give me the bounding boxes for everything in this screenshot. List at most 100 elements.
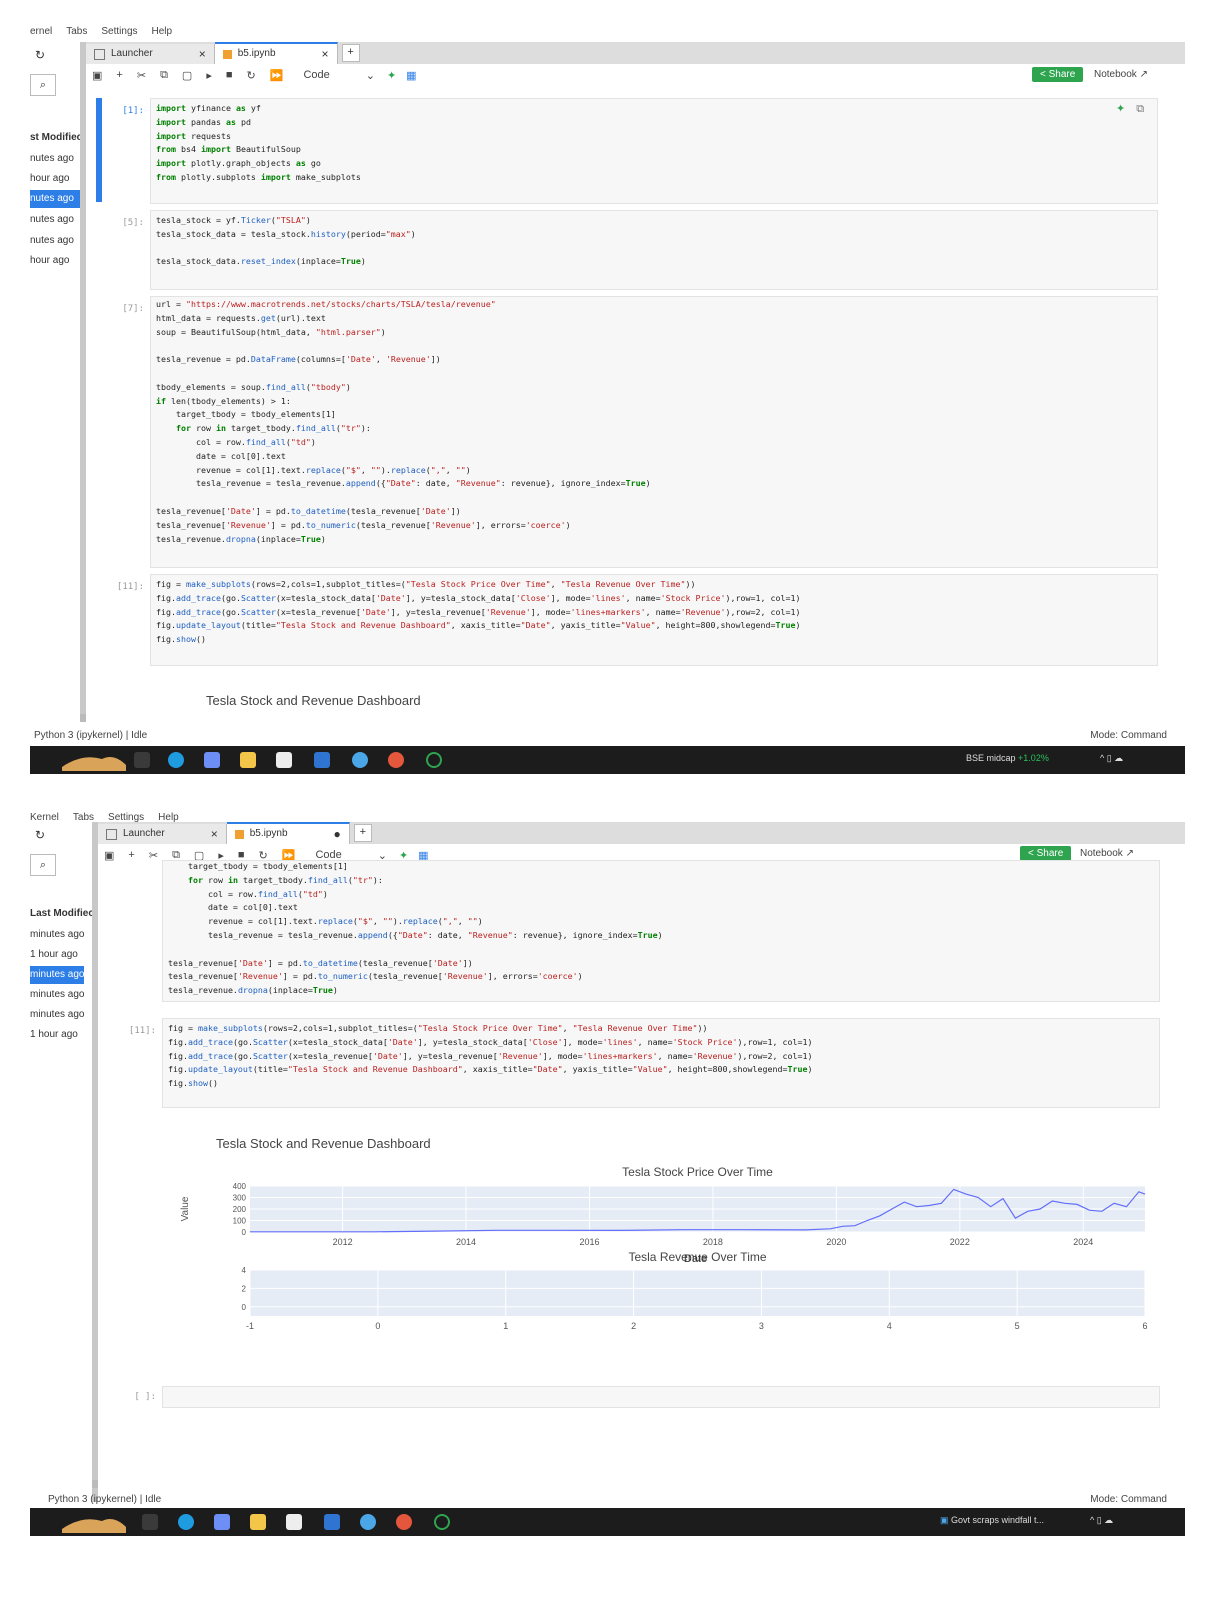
- ai-sparkle-icon[interactable]: ✦: [387, 69, 396, 82]
- share-button[interactable]: < Share: [1032, 67, 1084, 82]
- menu-settings[interactable]: Settings: [108, 812, 144, 823]
- notebook-kernel-label[interactable]: Notebook ↗: [1094, 69, 1148, 80]
- code-cell-source[interactable]: import yfinance as yf import pandas as p…: [156, 102, 361, 185]
- refresh-icon[interactable]: ↻: [30, 828, 50, 842]
- file-row[interactable]: nutes ago: [30, 211, 84, 229]
- cut-icon[interactable]: ✂: [137, 69, 146, 82]
- table-icon[interactable]: ▦: [406, 69, 416, 82]
- last-modified-header[interactable]: Last Modifiec: [30, 908, 94, 919]
- chrome-icon[interactable]: [396, 1514, 412, 1530]
- close-icon[interactable]: ×: [322, 44, 329, 64]
- edge-icon[interactable]: [168, 752, 184, 768]
- stock-widget[interactable]: BSE midcap +1.02%: [966, 753, 1049, 763]
- cell-prompt: [7]:: [122, 304, 144, 314]
- app-icon[interactable]: [426, 752, 442, 768]
- menu-kernel[interactable]: ernel: [30, 26, 52, 37]
- mode-status[interactable]: Mode: Command: [1090, 1494, 1167, 1505]
- tray-icons[interactable]: ^ ▯ ☁: [1090, 1515, 1113, 1526]
- edge-icon[interactable]: [178, 1514, 194, 1530]
- copy-icon[interactable]: ⧉: [160, 69, 168, 82]
- chevron-down-icon[interactable]: ⌄: [366, 69, 375, 82]
- app-icon[interactable]: [434, 1514, 450, 1530]
- outlook-icon[interactable]: [314, 752, 330, 768]
- menu-tabs[interactable]: Tabs: [66, 26, 87, 37]
- file-row[interactable]: nutes ago: [30, 150, 84, 168]
- code-cell-source[interactable]: tesla_stock = yf.Ticker("TSLA") tesla_st…: [156, 214, 416, 269]
- file-row[interactable]: minutes ago: [30, 986, 84, 1004]
- empty-code-cell[interactable]: [162, 1386, 1160, 1408]
- store-icon[interactable]: [276, 752, 292, 768]
- ai-sparkle-icon[interactable]: ✦: [1116, 103, 1125, 115]
- file-explorer-icon[interactable]: [240, 752, 256, 768]
- close-icon[interactable]: ×: [211, 824, 218, 844]
- code-cell-source[interactable]: fig = make_subplots(rows=2,cols=1,subplo…: [168, 1022, 812, 1091]
- code-cell-source[interactable]: fig = make_subplots(rows=2,cols=1,subplo…: [156, 578, 800, 647]
- file-explorer-icon[interactable]: [250, 1514, 266, 1530]
- paste-icon[interactable]: ▢: [182, 69, 192, 82]
- task-view-icon[interactable]: [142, 1514, 158, 1530]
- copilot-icon[interactable]: [204, 752, 220, 768]
- notebook-kernel-label[interactable]: Notebook ↗: [1080, 848, 1134, 859]
- app-icon[interactable]: [352, 752, 368, 768]
- restart-icon[interactable]: ↻: [247, 69, 256, 82]
- tiger-widget-icon[interactable]: [62, 1511, 126, 1533]
- sidebar-divider[interactable]: [92, 822, 98, 1502]
- file-row[interactable]: minutes ago: [30, 1006, 84, 1024]
- last-modified-header[interactable]: st Modifiec: [30, 132, 82, 143]
- tray-icons[interactable]: ^ ▯ ☁: [1100, 753, 1123, 764]
- chrome-icon[interactable]: [388, 752, 404, 768]
- file-row[interactable]: minutes ago: [30, 926, 84, 944]
- new-tab-button[interactable]: +: [341, 44, 360, 62]
- tab-launcher[interactable]: Launcher ×: [98, 824, 227, 844]
- run-icon[interactable]: ▸: [206, 69, 212, 82]
- file-row[interactable]: hour ago: [30, 252, 84, 270]
- code-cell-source[interactable]: url = "https://www.macrotrends.net/stock…: [156, 298, 651, 546]
- add-cell-icon[interactable]: +: [116, 69, 122, 81]
- tab-notebook[interactable]: b5.ipynb ×: [214, 42, 338, 64]
- cut-icon[interactable]: ✂: [149, 849, 158, 862]
- tiger-widget-icon[interactable]: [62, 749, 126, 771]
- file-row-selected[interactable]: nutes ago: [30, 190, 84, 208]
- save-icon[interactable]: ▣: [92, 69, 102, 82]
- fast-forward-icon[interactable]: ⏩: [270, 69, 284, 82]
- search-icon[interactable]: ⌕: [30, 854, 56, 876]
- menu-help[interactable]: Help: [158, 812, 179, 823]
- kernel-status[interactable]: Python 3 (ipykernel) | Idle: [48, 1494, 161, 1505]
- file-row[interactable]: 1 hour ago: [30, 946, 84, 964]
- close-icon[interactable]: ×: [199, 44, 206, 64]
- scroll-handle[interactable]: [80, 714, 86, 722]
- file-row[interactable]: hour ago: [30, 170, 84, 188]
- menu-kernel[interactable]: Kernel: [30, 812, 59, 823]
- sidebar-divider[interactable]: [80, 42, 86, 722]
- dashboard-plot[interactable]: Tesla Stock Price Over Time0100200300400…: [160, 1158, 1160, 1338]
- add-cell-icon[interactable]: +: [128, 849, 134, 861]
- stop-icon[interactable]: ■: [226, 69, 233, 81]
- save-icon[interactable]: ▣: [104, 849, 114, 862]
- new-tab-button[interactable]: +: [353, 824, 372, 842]
- cell-type-select[interactable]: Code: [303, 69, 329, 81]
- menu-settings[interactable]: Settings: [101, 26, 137, 37]
- unsaved-dot-icon[interactable]: ●: [334, 824, 341, 844]
- outlook-icon[interactable]: [324, 1514, 340, 1530]
- share-button[interactable]: < Share: [1020, 846, 1072, 861]
- task-view-icon[interactable]: [134, 752, 150, 768]
- file-row-selected[interactable]: minutes ago: [30, 966, 84, 984]
- copilot-icon[interactable]: [214, 1514, 230, 1530]
- tab-launcher[interactable]: Launcher ×: [86, 44, 215, 64]
- file-row[interactable]: 1 hour ago: [30, 1026, 84, 1044]
- kernel-status[interactable]: Python 3 (ipykernel) | Idle: [34, 730, 147, 741]
- store-icon[interactable]: [286, 1514, 302, 1530]
- menu-help[interactable]: Help: [152, 26, 173, 37]
- news-widget[interactable]: ▣ Govt scraps windfall t...: [940, 1515, 1044, 1526]
- code-cell-source[interactable]: target_tbody = tbody_elements[1] for row…: [168, 860, 663, 998]
- app-icon[interactable]: [360, 1514, 376, 1530]
- scroll-handle[interactable]: [92, 1480, 98, 1488]
- duplicate-icon[interactable]: ⧉: [1136, 103, 1144, 115]
- search-icon[interactable]: ⌕: [30, 74, 56, 96]
- mode-status[interactable]: Mode: Command: [1090, 730, 1167, 741]
- tab-notebook[interactable]: b5.ipynb ●: [226, 822, 350, 844]
- cell-prompt: [5]:: [122, 218, 144, 228]
- refresh-icon[interactable]: ↻: [30, 48, 50, 62]
- file-row[interactable]: nutes ago: [30, 232, 84, 250]
- menu-tabs[interactable]: Tabs: [73, 812, 94, 823]
